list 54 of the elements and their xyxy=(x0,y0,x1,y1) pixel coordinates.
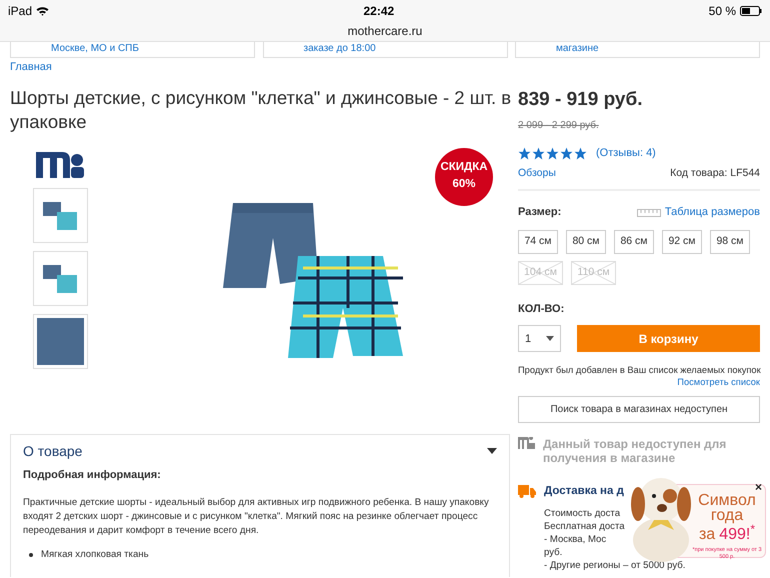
bullet-icon xyxy=(29,552,33,557)
section-title[interactable]: О товаре xyxy=(23,442,82,460)
product-code: Код товара: LF544 xyxy=(670,166,760,180)
size-chart-link[interactable]: Таблица размеров xyxy=(664,204,760,221)
size-label: Размер: xyxy=(518,205,562,220)
size-option[interactable]: 80 см xyxy=(566,230,606,254)
battery-icon xyxy=(740,6,762,16)
add-to-cart-button[interactable]: В корзину xyxy=(577,325,760,352)
caret-icon[interactable] xyxy=(487,448,497,454)
caret-icon xyxy=(546,336,554,342)
size-option[interactable]: 98 см xyxy=(710,230,750,254)
delivery-info-line: Бесплатная доста xyxy=(544,520,625,532)
thumbnail-photo[interactable] xyxy=(33,250,88,306)
size-option[interactable]: 86 см xyxy=(614,230,654,254)
breadcrumb-link[interactable]: Главная xyxy=(10,59,52,76)
old-price: 2 099 - 2 299 руб. xyxy=(518,119,600,133)
product-title: Шорты детские, с рисунком "клетка" и джинсовые - 2 шт. в упаковке xyxy=(10,86,512,134)
size-option[interactable]: 74 см xyxy=(518,230,558,254)
ruler-icon xyxy=(636,208,661,216)
thumbnail-photo[interactable] xyxy=(33,314,88,368)
store-icon xyxy=(518,437,535,450)
clock-time: 22:42 xyxy=(363,3,394,20)
address-url[interactable]: mothercare.ru xyxy=(0,22,770,40)
reviews-link[interactable]: (Отзывы: 4) xyxy=(596,145,656,162)
size-option[interactable]: 92 см xyxy=(662,230,702,254)
delivery-info-line: - Москва, Мос xyxy=(544,532,606,546)
delivery-info-line: - Другие регионы – от 5000 руб. xyxy=(544,558,686,572)
price: 839 - 919 руб. xyxy=(518,88,644,112)
reviews-tab[interactable]: Обзоры xyxy=(518,166,556,182)
device-name: iPad xyxy=(8,3,32,20)
promo-banner[interactable]: магазине xyxy=(515,42,760,58)
quantity-select[interactable]: 1 xyxy=(518,325,561,352)
promo-banner[interactable]: заказе до 18:00 xyxy=(262,42,508,58)
promo-banner[interactable]: Москве, МО и СПБ xyxy=(10,42,255,58)
delivery-info-line: Стоимость доста xyxy=(544,506,620,520)
close-button[interactable]: × xyxy=(754,481,762,493)
wifi-icon xyxy=(36,6,50,16)
battery-percent: 50 % xyxy=(708,3,736,20)
store-pickup-note: Данный товар недоступен для получения в магазине xyxy=(543,437,728,466)
popup-price: 499!$^{*}$ xyxy=(719,523,756,545)
quantity-label: КОЛ-ВО: xyxy=(518,302,566,317)
thumbnail-photo[interactable] xyxy=(33,188,88,242)
feature-item: Мягкая хлопковая ткань xyxy=(41,548,149,562)
wishlist-note: Продукт был добавлен в Ваш список желаемых покупок xyxy=(518,364,760,376)
store-search-button[interactable]: Поиск товара в магазинах недоступен xyxy=(518,396,760,424)
product-description: Практичные детские шорты - идеальный выбор для активных игр подвижного ребенка. В нашу упаковку входят 2 детских шорт - джинсовые и с рисунком "клетка". Мягкий пояс на резинке облегчает процесс переодевания и дарит комфорт в течение всего дня. xyxy=(23,496,490,538)
details-subtitle: Подробная информация: xyxy=(23,468,162,484)
truck-icon xyxy=(518,485,536,498)
delivery-info-line: руб. xyxy=(544,546,562,558)
delivery-title: Доставка на д xyxy=(544,484,624,500)
popup-headline: Символ года xyxy=(697,493,757,523)
wishlist-link[interactable]: Посмотреть список xyxy=(677,377,760,388)
popup-prefix: за xyxy=(698,527,716,542)
discount-badge: СКИДКА 60% xyxy=(435,148,493,206)
